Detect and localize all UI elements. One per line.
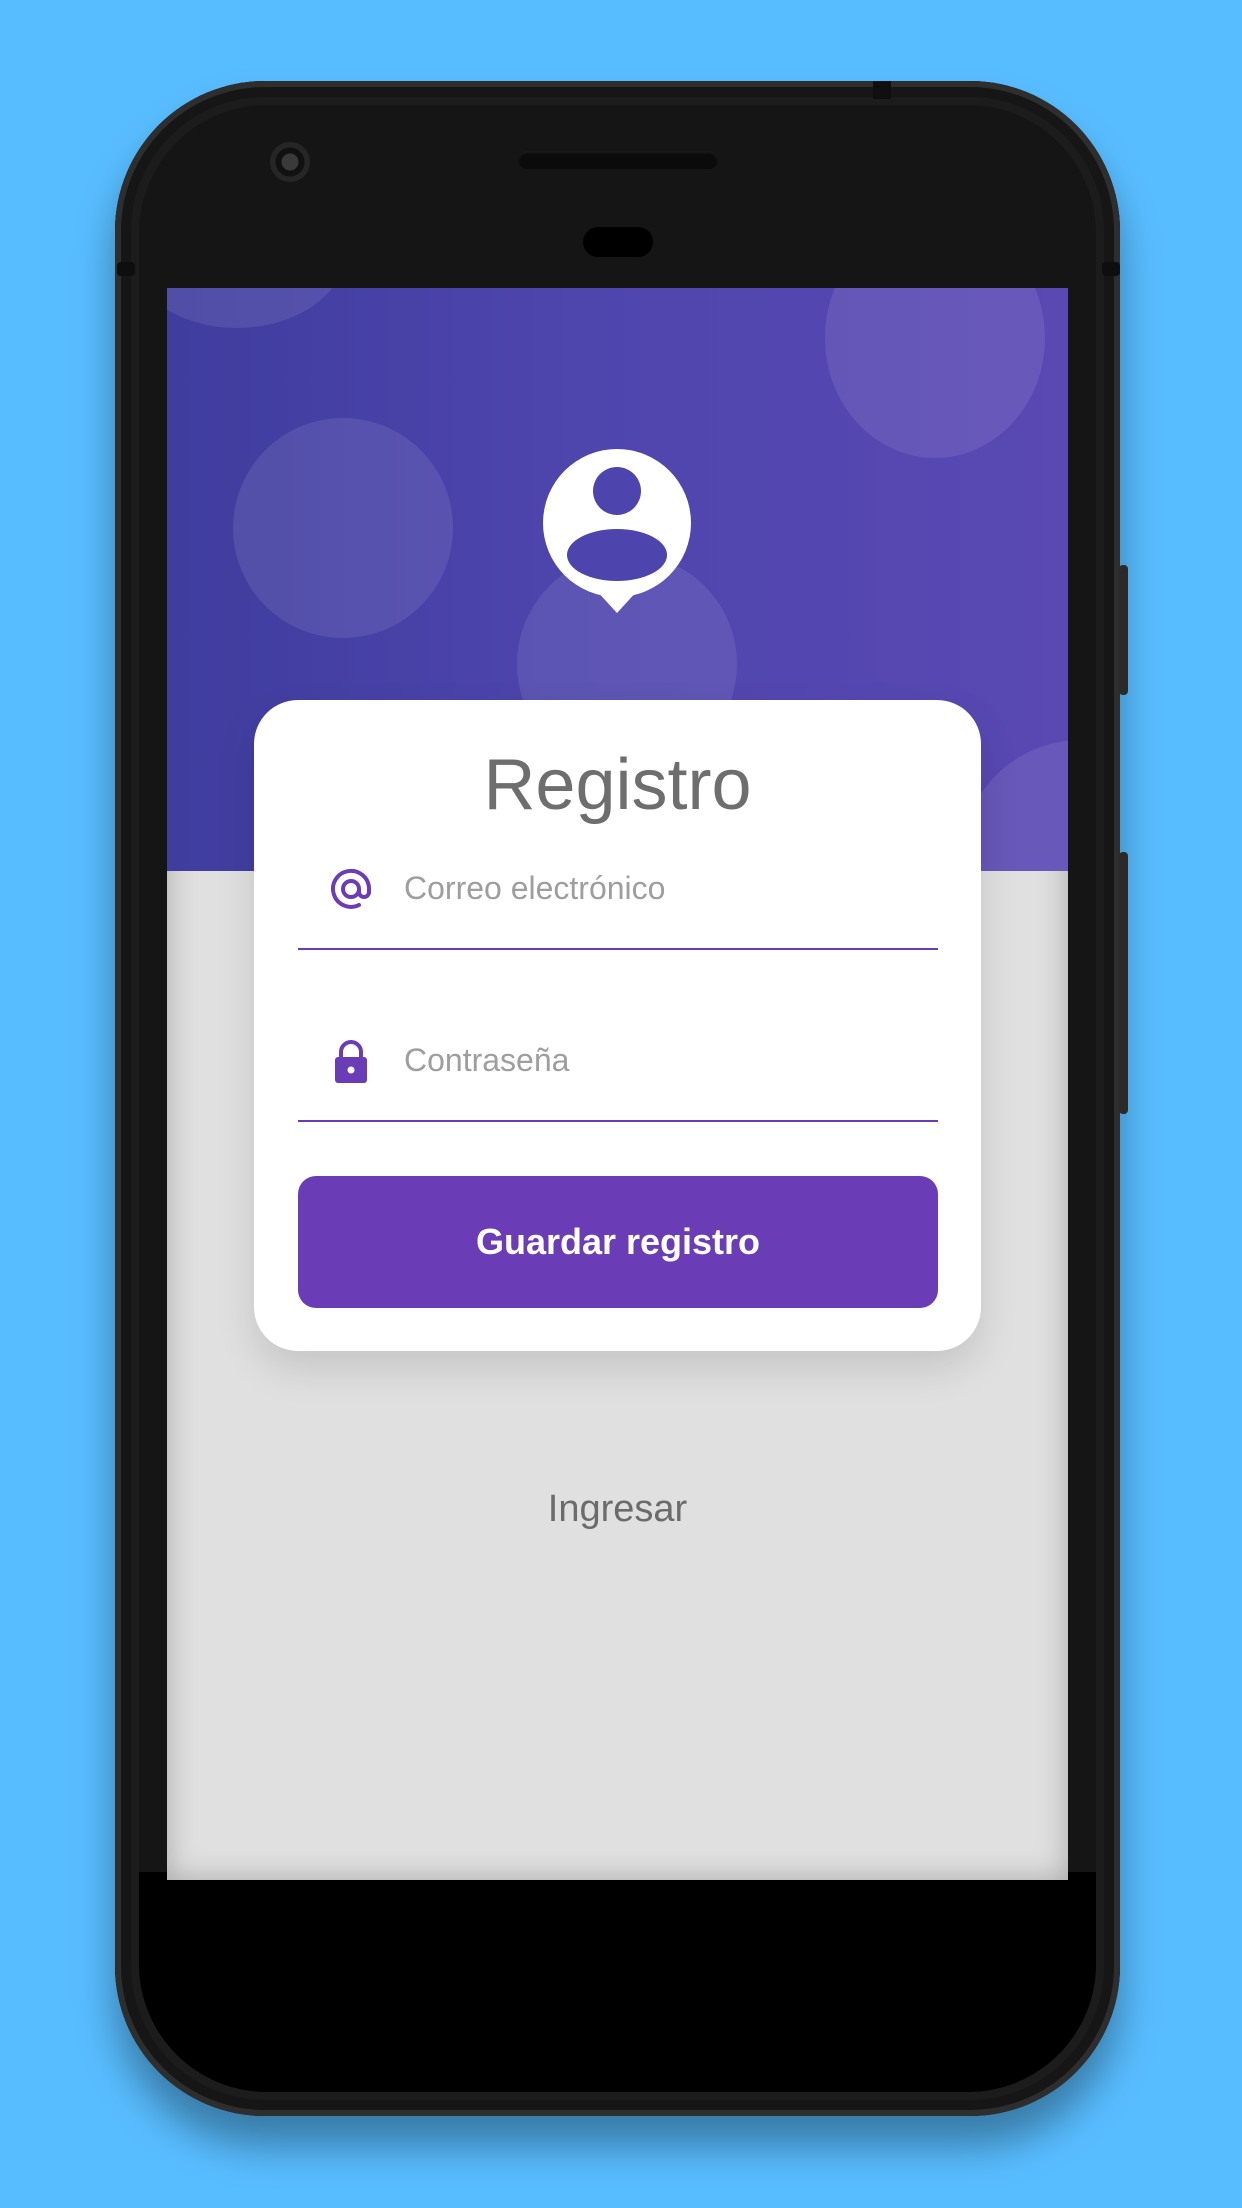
proximity-sensor (583, 227, 653, 257)
email-field (298, 828, 938, 950)
phone-antenna-notch (873, 81, 891, 99)
user-pin-icon (543, 449, 691, 613)
email-input[interactable] (404, 862, 924, 914)
save-register-button[interactable]: Guardar registro (298, 1176, 938, 1308)
at-sign-icon (331, 868, 372, 909)
phone-volume-button (1119, 852, 1128, 1114)
lock-icon (335, 1040, 367, 1083)
register-card: Registro Guardar registro (254, 700, 981, 1351)
decorative-bubble (825, 288, 1045, 458)
decorative-bubble (167, 288, 347, 328)
phone-power-button (1119, 565, 1128, 695)
earpiece-speaker (518, 151, 718, 169)
password-field (298, 1000, 938, 1122)
front-camera-icon (270, 142, 310, 182)
page-title: Registro (483, 745, 752, 825)
password-input[interactable] (404, 1034, 924, 1086)
app-screen: Registro Guardar registro Ingresar (167, 288, 1068, 1880)
login-link[interactable]: Ingresar (167, 1488, 1068, 1531)
decorative-bubble (233, 418, 453, 638)
phone-left-band (117, 262, 135, 276)
phone-chin (139, 1872, 1096, 2092)
phone-right-band (1102, 262, 1120, 276)
